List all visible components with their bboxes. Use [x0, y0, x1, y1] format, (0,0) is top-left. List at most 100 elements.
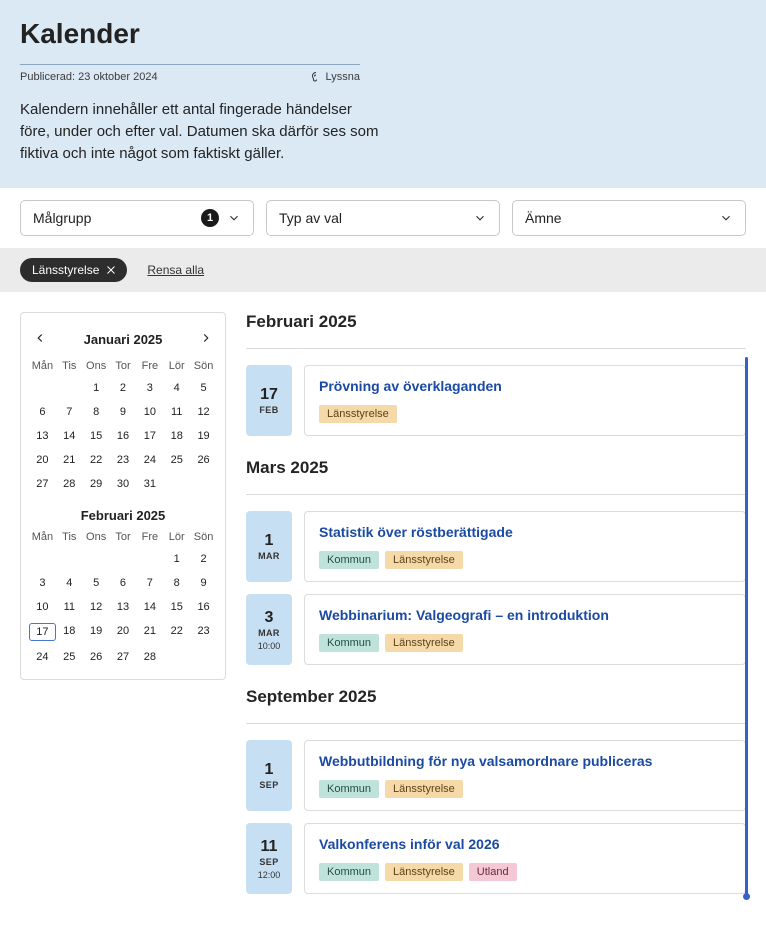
clear-all-link[interactable]: Rensa alla	[147, 263, 204, 277]
event-day: 1	[265, 761, 274, 779]
calendar-day[interactable]: 15	[83, 428, 110, 444]
chevron-right-icon	[199, 331, 213, 345]
event-date-box: 11SEP12:00	[246, 823, 292, 894]
calendar-day[interactable]: 26	[83, 649, 110, 665]
calendar-grid-month2: MånTisOnsTorFreLörSön1234567891011121314…	[29, 531, 217, 665]
calendar-day[interactable]: 17	[136, 428, 163, 444]
event-tag-kommun: Kommun	[319, 634, 379, 652]
calendar-day[interactable]: 5	[83, 575, 110, 591]
calendar-day[interactable]: 27	[29, 476, 56, 492]
calendar-day[interactable]: 4	[163, 380, 190, 396]
calendar-day[interactable]: 10	[29, 599, 56, 615]
event-title[interactable]: Prövning av överklaganden	[319, 378, 731, 394]
calendar-day[interactable]: 23	[190, 623, 217, 641]
calendar-day[interactable]: 16	[110, 428, 137, 444]
calendar-day[interactable]: 22	[163, 623, 190, 641]
filter-målgrupp[interactable]: Målgrupp 1	[20, 200, 254, 236]
event-card[interactable]: Prövning av överklagandenLänsstyrelse	[304, 365, 746, 436]
event-month: SEP	[259, 857, 278, 867]
filter-amne-label: Ämne	[525, 210, 562, 226]
calendar-day[interactable]: 13	[29, 428, 56, 444]
chevron-down-icon	[227, 211, 241, 225]
calendar-day[interactable]: 18	[56, 623, 83, 641]
calendar-day[interactable]: 5	[190, 380, 217, 396]
event-month: MAR	[258, 628, 280, 638]
calendar-day[interactable]: 25	[56, 649, 83, 665]
calendar-day[interactable]: 3	[136, 380, 163, 396]
event-card[interactable]: Valkonferens inför val 2026KommunLänssty…	[304, 823, 746, 894]
event-title[interactable]: Webbinarium: Valgeografi – en introdukti…	[319, 607, 731, 623]
calendar-day[interactable]: 21	[136, 623, 163, 641]
calendar-day[interactable]: 7	[56, 404, 83, 420]
calendar-day[interactable]: 12	[190, 404, 217, 420]
calendar-day[interactable]: 16	[190, 599, 217, 615]
filter-typ-av-val[interactable]: Typ av val	[266, 200, 500, 236]
calendar-day[interactable]: 11	[56, 599, 83, 615]
listen-button[interactable]: Lyssna	[310, 71, 360, 83]
calendar-day[interactable]: 26	[190, 452, 217, 468]
calendar-day[interactable]: 28	[56, 476, 83, 492]
calendar-day[interactable]: 12	[83, 599, 110, 615]
calendar-day[interactable]: 23	[110, 452, 137, 468]
calendar-day[interactable]: 24	[29, 649, 56, 665]
event-row: 3MAR10:00Webbinarium: Valgeografi – en i…	[246, 594, 746, 665]
calendar-day[interactable]: 28	[136, 649, 163, 665]
calendar-day[interactable]: 27	[110, 649, 137, 665]
calendar-weekday: Fre	[136, 531, 163, 543]
calendar-day[interactable]: 3	[29, 575, 56, 591]
event-title[interactable]: Webbutbildning för nya valsamordnare pub…	[319, 753, 731, 769]
calendar-day[interactable]: 25	[163, 452, 190, 468]
calendar-day[interactable]: 9	[110, 404, 137, 420]
calendar-day[interactable]: 9	[190, 575, 217, 591]
calendar-weekday: Tor	[110, 531, 137, 543]
event-card[interactable]: Webbinarium: Valgeografi – en introdukti…	[304, 594, 746, 665]
event-title[interactable]: Statistik över röstberättigade	[319, 524, 731, 540]
calendar-day[interactable]: 1	[163, 551, 190, 567]
event-card[interactable]: Webbutbildning för nya valsamordnare pub…	[304, 740, 746, 811]
month-divider	[246, 348, 746, 349]
event-date-box: 17FEB	[246, 365, 292, 436]
calendar-day[interactable]: 30	[110, 476, 137, 492]
calendar-day[interactable]: 4	[56, 575, 83, 591]
filter-amne[interactable]: Ämne	[512, 200, 746, 236]
calendar-day[interactable]: 2	[110, 380, 137, 396]
calendar-day[interactable]: 14	[136, 599, 163, 615]
filter-chip-lansstyrelse[interactable]: Länsstyrelse	[20, 258, 127, 282]
calendar-day[interactable]: 8	[83, 404, 110, 420]
event-tag-lans: Länsstyrelse	[385, 634, 463, 652]
month-divider	[246, 723, 746, 724]
calendar-day[interactable]: 15	[163, 599, 190, 615]
calendar-day[interactable]: 24	[136, 452, 163, 468]
event-tag-kommun: Kommun	[319, 780, 379, 798]
timeline-rail	[745, 357, 748, 896]
calendar-day[interactable]: 20	[29, 452, 56, 468]
calendar-day[interactable]: 17	[29, 623, 56, 641]
event-row: 17FEB Prövning av överklagandenLänsstyrel…	[246, 365, 746, 436]
event-card[interactable]: Statistik över röstberättigadeKommunLäns…	[304, 511, 746, 582]
calendar-day[interactable]: 29	[83, 476, 110, 492]
next-month-button[interactable]	[195, 327, 217, 352]
calendar-day[interactable]: 6	[110, 575, 137, 591]
calendar-day[interactable]: 10	[136, 404, 163, 420]
calendar-day[interactable]: 14	[56, 428, 83, 444]
calendar-day[interactable]: 8	[163, 575, 190, 591]
calendar-day[interactable]: 18	[163, 428, 190, 444]
event-title[interactable]: Valkonferens inför val 2026	[319, 836, 731, 852]
chevron-down-icon	[719, 211, 733, 225]
calendar-day[interactable]: 6	[29, 404, 56, 420]
calendar-day[interactable]: 22	[83, 452, 110, 468]
calendar-day[interactable]: 19	[83, 623, 110, 641]
calendar-day[interactable]: 11	[163, 404, 190, 420]
calendar-day[interactable]: 13	[110, 599, 137, 615]
calendar-day[interactable]: 1	[83, 380, 110, 396]
calendar-day[interactable]: 31	[136, 476, 163, 492]
calendar-day[interactable]: 2	[190, 551, 217, 567]
event-tag-utland: Utland	[469, 863, 517, 881]
calendar-weekday: Sön	[190, 531, 217, 543]
prev-month-button[interactable]	[29, 327, 51, 352]
calendar-day[interactable]: 19	[190, 428, 217, 444]
event-day: 11	[261, 838, 278, 856]
calendar-day[interactable]: 20	[110, 623, 137, 641]
calendar-day[interactable]: 7	[136, 575, 163, 591]
calendar-day[interactable]: 21	[56, 452, 83, 468]
